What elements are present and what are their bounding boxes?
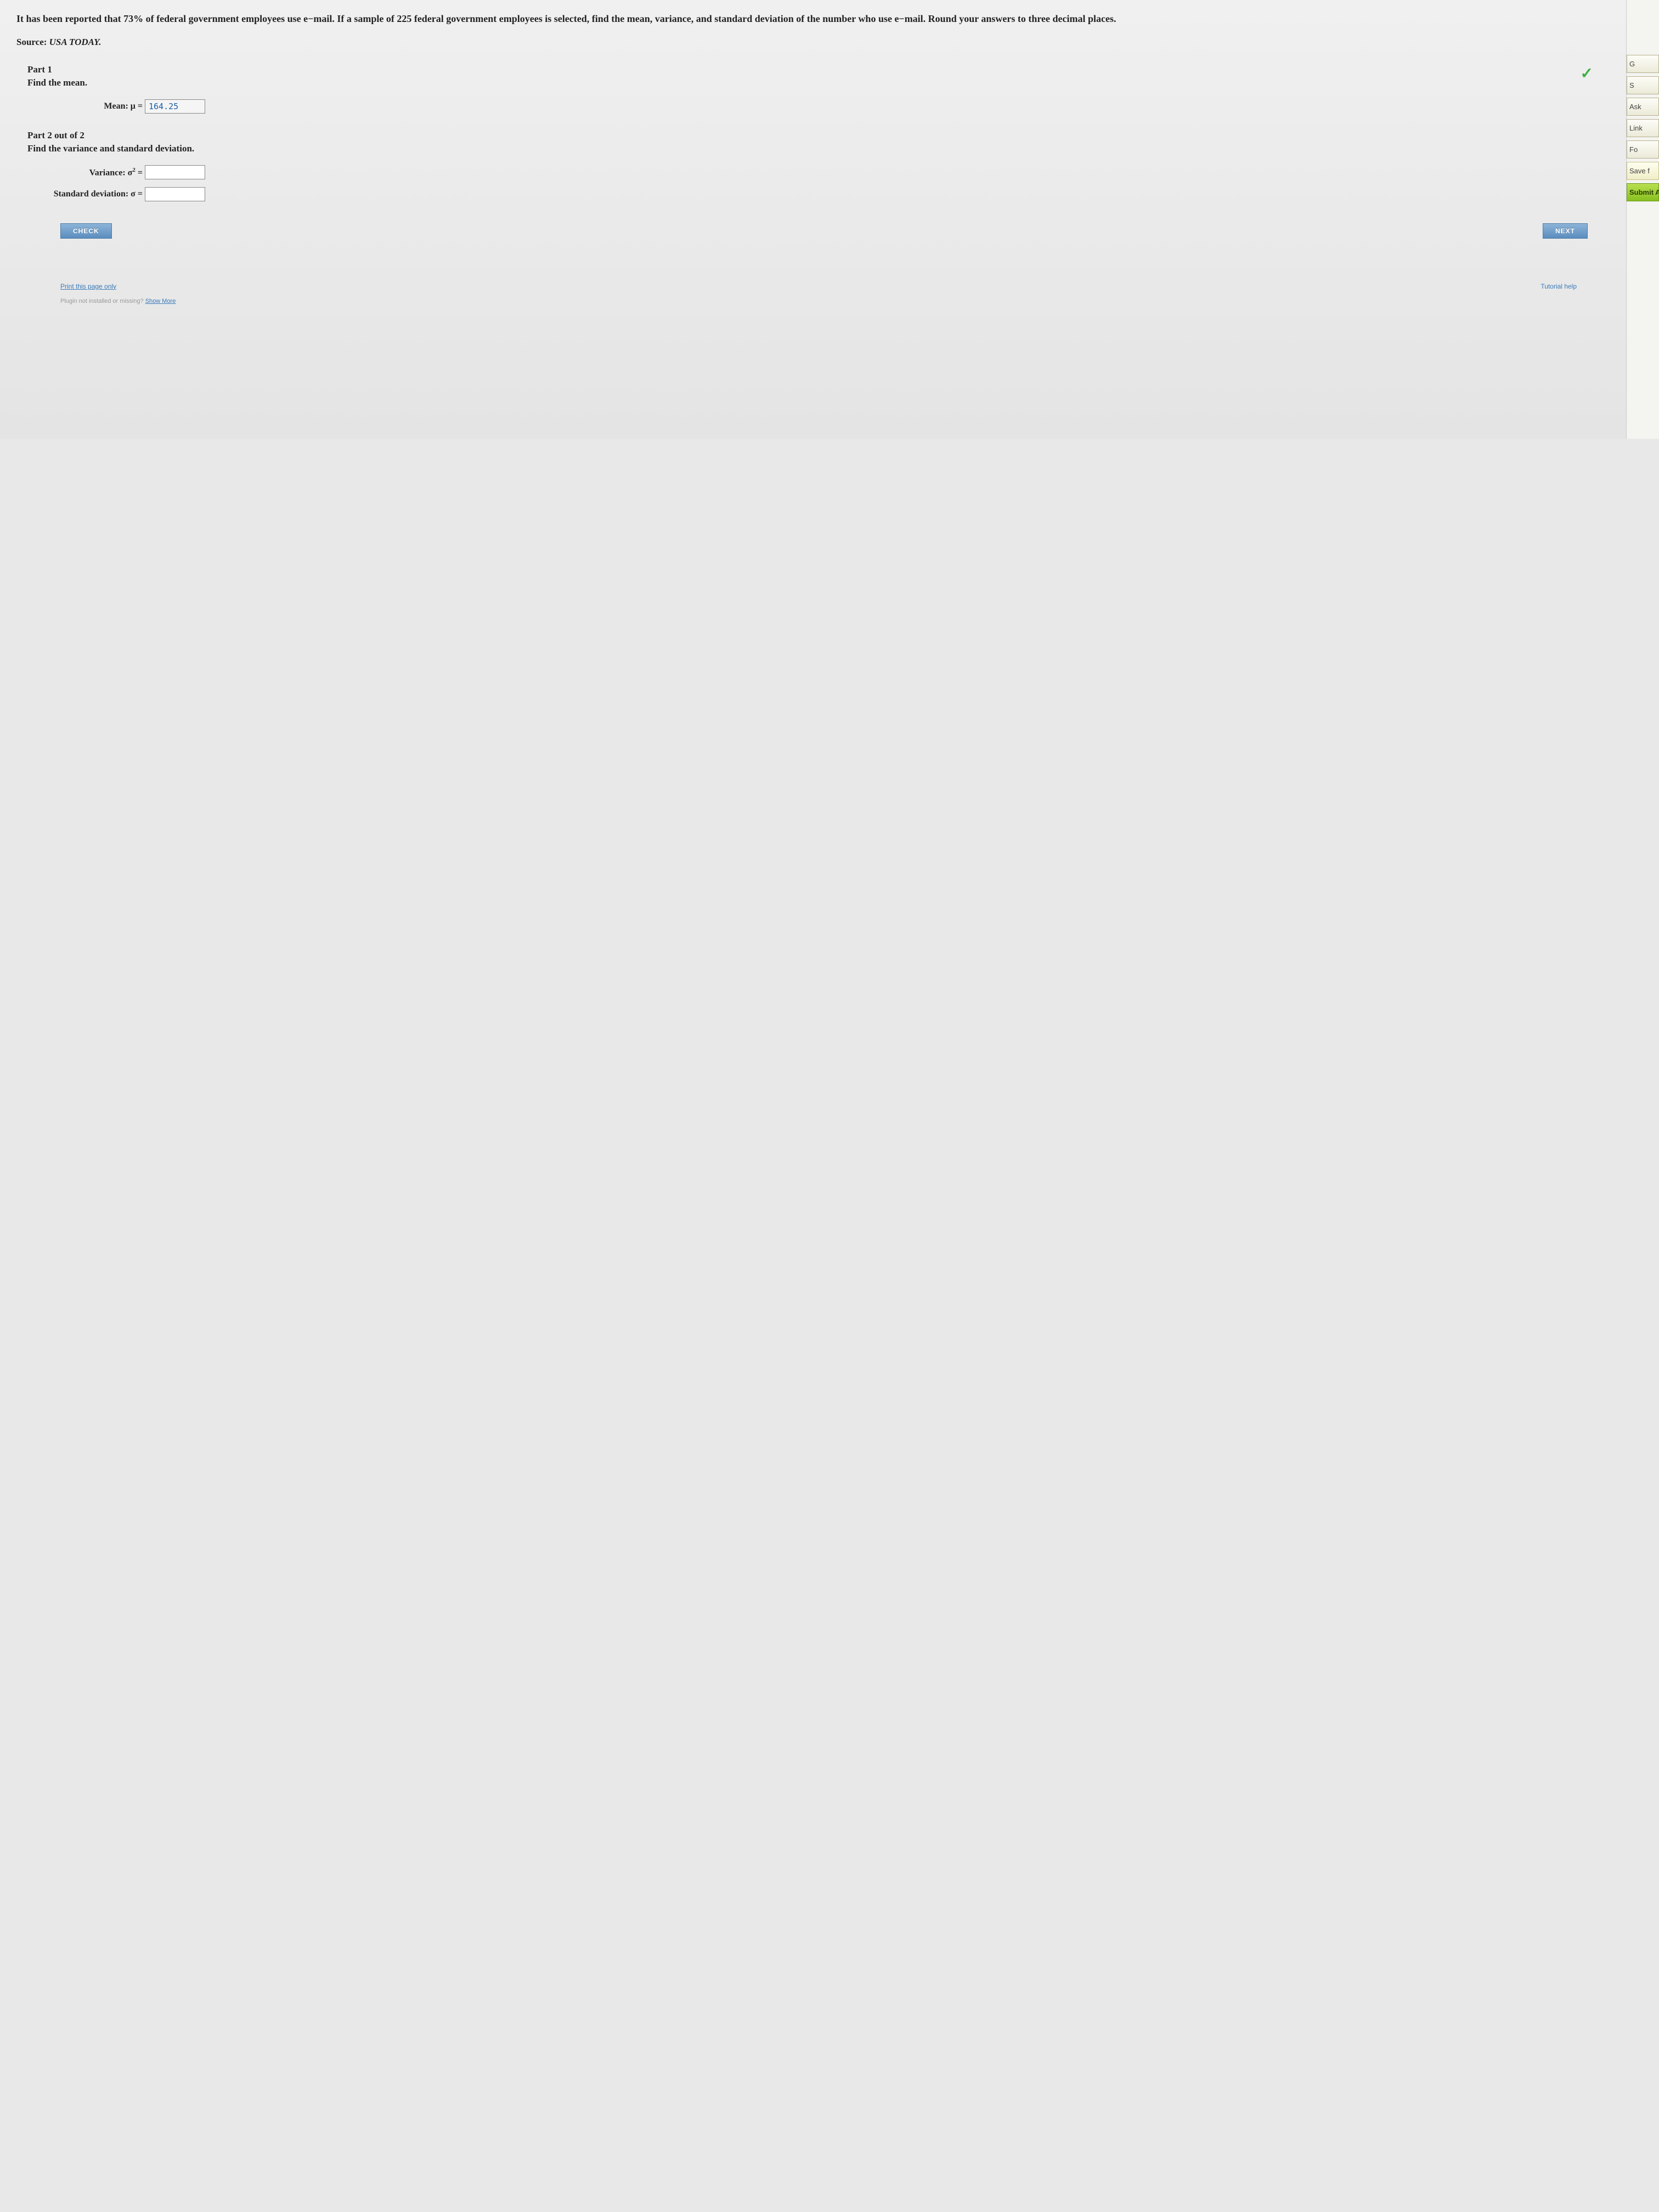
stddev-label: Standard deviation: σ = <box>44 189 143 199</box>
part-1-block: ✓ Part 1 Find the mean. Mean: μ = <box>16 64 1610 114</box>
save-button[interactable]: Save f <box>1627 162 1659 180</box>
part-1-instruction: Find the mean. <box>27 77 1610 88</box>
mean-label: Mean: μ = <box>44 101 143 111</box>
submit-assignment-button[interactable]: Submit As <box>1627 183 1659 201</box>
tutorial-help-link[interactable]: Tutorial help <box>1541 283 1577 290</box>
checkmark-icon: ✓ <box>1581 64 1593 83</box>
sidebar-link-button[interactable]: Link <box>1627 119 1659 137</box>
right-sidebar: G S Ask Link Fo Save f Submit As <box>1626 0 1659 439</box>
stddev-input[interactable] <box>145 187 205 201</box>
sidebar-fo-button[interactable]: Fo <box>1627 140 1659 159</box>
mean-input[interactable] <box>145 99 205 114</box>
variance-label: Variance: σ2 = <box>44 167 143 178</box>
check-button[interactable]: CHECK <box>60 223 112 239</box>
variance-input[interactable] <box>145 165 205 179</box>
part-2-block: Part 2 out of 2 Find the variance and st… <box>16 130 1610 304</box>
variance-label-suffix: = <box>136 168 143 177</box>
part-1-title: Part 1 <box>27 64 1610 75</box>
sidebar-s-button[interactable]: S <box>1627 76 1659 94</box>
variance-label-prefix: Variance: σ <box>89 168 133 177</box>
sidebar-g-button[interactable]: G <box>1627 55 1659 73</box>
show-more-link[interactable]: Show More <box>145 298 176 304</box>
plugin-text: Plugin not installed or missing? Show Mo… <box>60 298 1610 304</box>
source-label: Source: <box>16 37 47 47</box>
question-text: It has been reported that 73% of federal… <box>16 11 1610 27</box>
print-page-link[interactable]: Print this page only <box>60 283 116 290</box>
plugin-msg: Plugin not installed or missing? <box>60 298 145 304</box>
source-name: USA TODAY. <box>49 37 101 47</box>
sidebar-ask-button[interactable]: Ask <box>1627 98 1659 116</box>
question-source: Source: USA TODAY. <box>16 37 1610 48</box>
next-button[interactable]: NEXT <box>1543 223 1588 239</box>
part-2-title: Part 2 out of 2 <box>27 130 1610 141</box>
part-2-instruction: Find the variance and standard deviation… <box>27 143 1610 154</box>
